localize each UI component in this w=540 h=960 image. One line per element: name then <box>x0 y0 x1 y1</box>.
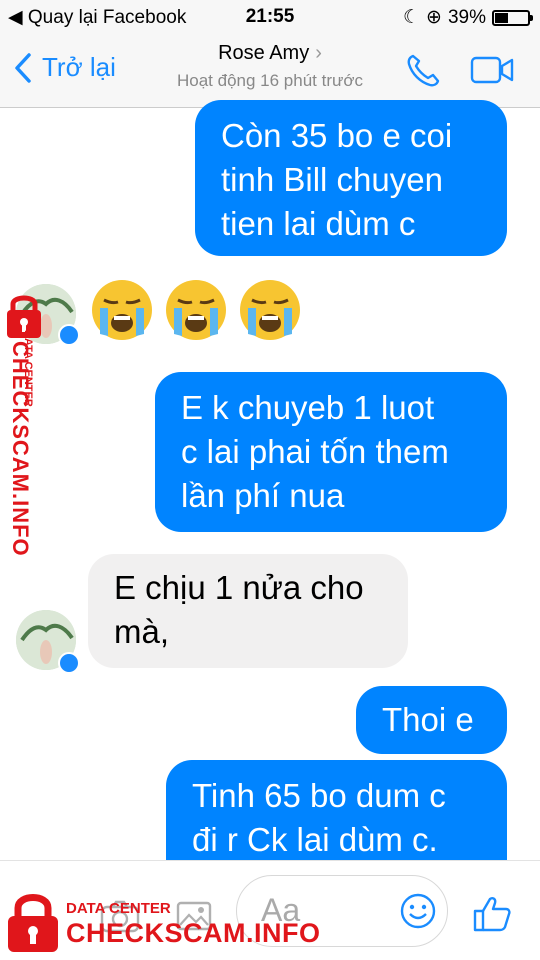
back-button-label: Trở lại <box>42 52 116 82</box>
message-line: lần phí nua <box>181 477 345 514</box>
contact-name: Rose Amy <box>218 42 310 64</box>
phone-icon[interactable] <box>404 52 442 90</box>
emoji-message[interactable] <box>90 278 302 342</box>
message-line: tien lai dùm c <box>221 205 416 242</box>
loudly-crying-face-icon <box>92 280 152 340</box>
battery-percent: 39% <box>447 6 486 28</box>
message-line: Tinh 65 bo dum c <box>192 777 446 814</box>
chevron-right-icon: › <box>315 42 322 64</box>
message-bubble-outgoing[interactable]: E k chuyeb 1 luot c lai phai tốn them lầ… <box>155 372 507 532</box>
message-line: Thoi e <box>382 701 474 738</box>
emoji-icon[interactable] <box>399 892 437 930</box>
message-line: tinh Bill chuyen <box>221 161 443 198</box>
video-call-icon[interactable] <box>470 56 514 84</box>
message-line: mà, <box>114 613 170 650</box>
lock-icon <box>8 894 58 952</box>
messenger-badge-icon <box>58 652 80 674</box>
battery-fill <box>495 12 508 23</box>
back-button[interactable]: Trở lại <box>14 52 116 83</box>
message-bubble-outgoing[interactable]: Thoi e <box>356 686 507 754</box>
message-line: E k chuyeb 1 luot <box>181 389 435 426</box>
message-bubble-outgoing[interactable]: Còn 35 bo e coi tinh Bill chuyen tien la… <box>195 100 507 256</box>
messenger-badge-icon <box>58 324 80 346</box>
message-line: E chịu 1 nửa cho <box>114 569 364 606</box>
message-bubble-outgoing[interactable]: Tinh 65 bo dum c đi r Ck lai dùm c. <box>166 760 507 860</box>
activity-status: Hoạt động 16 phút trước <box>176 71 364 90</box>
loudly-crying-face-icon <box>166 280 226 340</box>
battery-icon <box>492 9 533 26</box>
status-bar: ◀ Quay lại Facebook 21:55 ☾ ⊕ 39% <box>0 0 540 34</box>
do-not-disturb-icon: ☾ <box>403 7 421 28</box>
message-line: đi r Ck lai dùm c. <box>192 821 438 858</box>
watermark-big-text: CHECKSCAM.INFO <box>66 918 321 948</box>
watermark-small-text: DATA CENTER <box>66 900 171 917</box>
chevron-left-icon <box>15 52 31 83</box>
like-icon[interactable] <box>472 895 512 933</box>
message-line: c lai phai tốn them <box>181 433 449 470</box>
message-bubble-incoming[interactable]: E chịu 1 nửa cho mà, <box>88 554 408 668</box>
loudly-crying-face-icon <box>240 280 300 340</box>
watermark-big-text: CHECKSCAM.INFO <box>8 341 33 557</box>
rotation-lock-icon: ⊕ <box>426 7 442 28</box>
conversation-header: Trở lại Rose Amy › Hoạt động 16 phút trướ… <box>0 34 540 108</box>
contact-info[interactable]: Rose Amy › Hoạt động 16 phút trước <box>120 42 420 91</box>
message-line: Còn 35 bo e coi <box>221 117 453 154</box>
